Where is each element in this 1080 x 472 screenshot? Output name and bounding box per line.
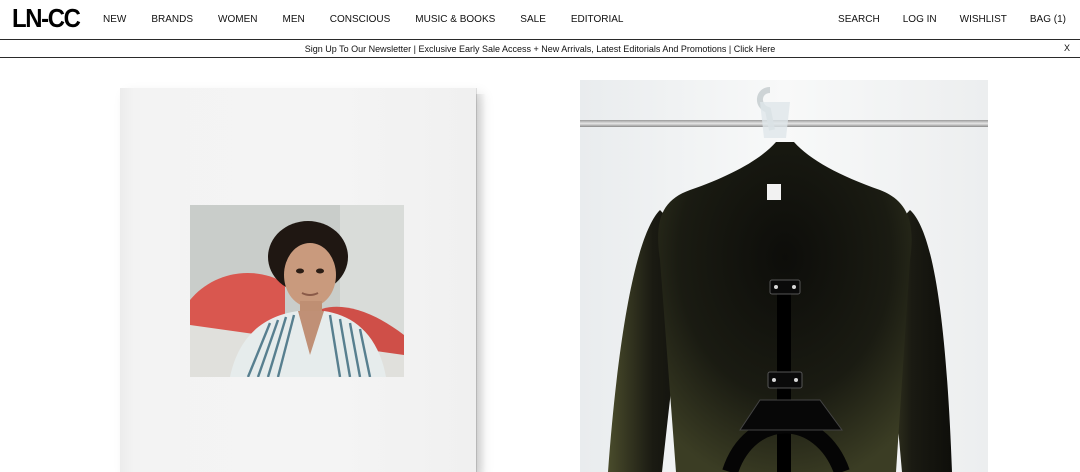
bag-link[interactable]: BAG (1) — [1030, 14, 1066, 25]
product-tile-jacket[interactable] — [580, 80, 988, 472]
account-nav: SEARCH LOG IN WISHLIST BAG (1) — [815, 0, 1066, 38]
nav-item-brands[interactable]: BRANDS — [151, 14, 193, 25]
book-cover-image — [120, 88, 476, 472]
close-icon[interactable]: X — [1064, 43, 1070, 53]
portrait-illustration — [190, 205, 404, 377]
product-tile-book[interactable] — [120, 88, 490, 472]
nav-item-new[interactable]: NEW — [103, 14, 126, 25]
main-nav: NEW BRANDS WOMEN MEN CONSCIOUS MUSIC & B… — [103, 0, 648, 38]
newsletter-banner[interactable]: Sign Up To Our Newsletter | Exclusive Ea… — [0, 39, 1080, 58]
search-link[interactable]: SEARCH — [838, 14, 880, 25]
nav-item-music-books[interactable]: MUSIC & BOOKS — [415, 14, 495, 25]
nav-item-editorial[interactable]: EDITORIAL — [571, 14, 624, 25]
nav-item-sale[interactable]: SALE — [520, 14, 546, 25]
nav-item-women[interactable]: WOMEN — [218, 14, 257, 25]
nav-item-conscious[interactable]: CONSCIOUS — [330, 14, 391, 25]
newsletter-text[interactable]: Sign Up To Our Newsletter | Exclusive Ea… — [305, 44, 775, 54]
site-logo[interactable]: LN-CC — [12, 5, 81, 31]
jacket-on-hanger-image — [580, 80, 988, 472]
portrait-photo-image — [190, 205, 404, 377]
login-link[interactable]: LOG IN — [903, 14, 937, 25]
nav-item-men[interactable]: MEN — [282, 14, 304, 25]
book-shadow — [476, 94, 486, 472]
site-header: LN-CC NEW BRANDS WOMEN MEN CONSCIOUS MUS… — [0, 0, 1080, 38]
wishlist-link[interactable]: WISHLIST — [960, 14, 1007, 25]
